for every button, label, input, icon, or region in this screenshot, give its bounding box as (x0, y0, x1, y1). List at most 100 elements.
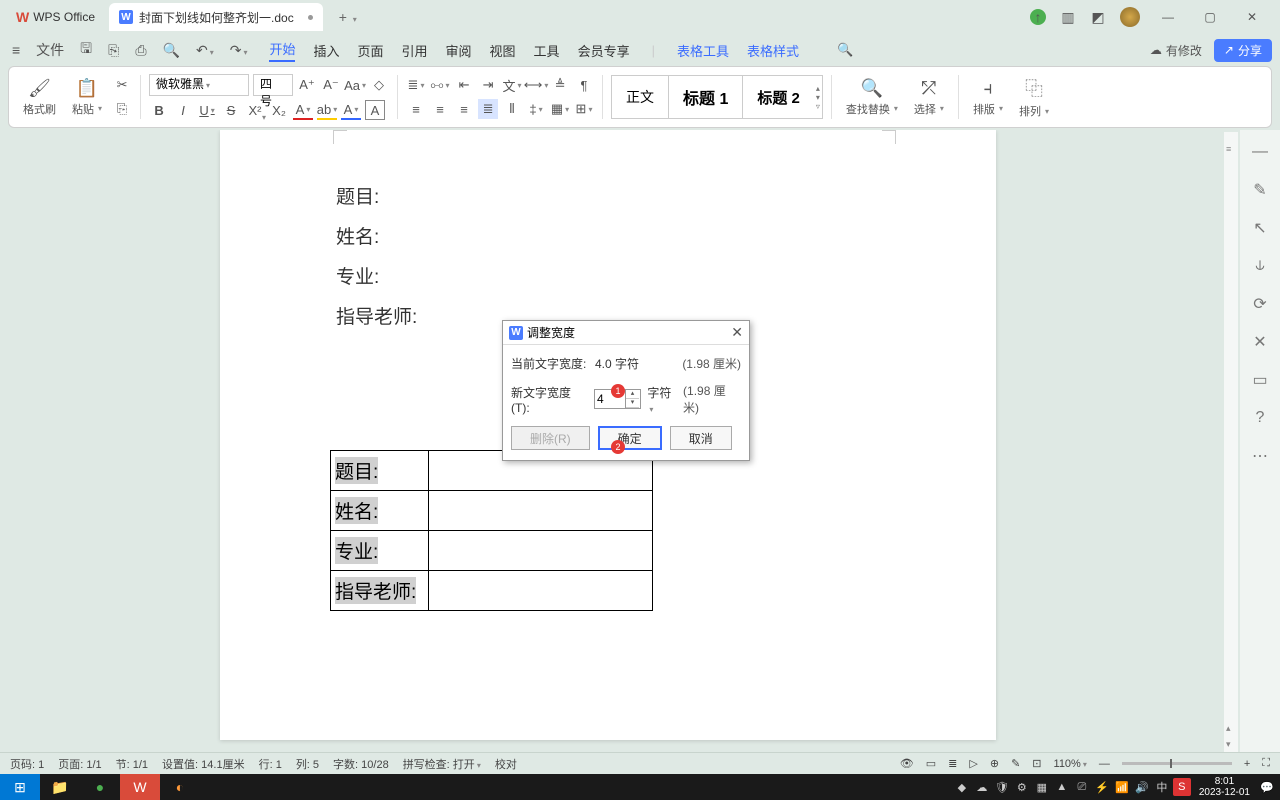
app-logo[interactable]: W WPS Office (6, 9, 105, 25)
tab-reference[interactable]: 引用 (402, 41, 428, 60)
text-line[interactable]: 姓名: (336, 218, 417, 258)
find-replace-button[interactable]: 🔍 查找替换 (840, 78, 904, 117)
wps-taskbar-icon[interactable]: W (120, 774, 160, 800)
show-marks-button[interactable]: ¶ (574, 75, 594, 95)
layout-button[interactable]: ⫞ 排版 (967, 78, 1009, 117)
scroll-up-arrow[interactable]: ▴ (1226, 723, 1231, 734)
tab-table-style[interactable]: 表格样式 (747, 41, 799, 60)
firefox-icon[interactable]: ◐ (160, 774, 200, 800)
help-icon[interactable]: ? (1250, 408, 1270, 428)
char-spacing-button[interactable]: ⟷ (526, 75, 546, 95)
new-tab-button[interactable]: + (333, 9, 363, 25)
decrease-indent-button[interactable]: ⇤ (454, 75, 474, 95)
increase-font-icon[interactable]: A⁺ (297, 75, 317, 95)
style-heading2[interactable]: 标题 2 (743, 76, 814, 118)
cell-text[interactable]: 专业: (335, 537, 378, 564)
strike-button[interactable]: S (221, 100, 241, 120)
tab-view[interactable]: 视图 (490, 41, 516, 60)
volume-icon[interactable]: 🔊 (1133, 778, 1151, 796)
status-chars[interactable]: 字数: 10/28 (333, 756, 389, 772)
wechat-icon[interactable]: ● (80, 774, 120, 800)
view-read-icon[interactable]: ▷ (969, 757, 977, 770)
maximize-button[interactable]: ▢ (1196, 7, 1224, 27)
tab-table-tools[interactable]: 表格工具 (677, 41, 729, 60)
zoom-slider[interactable] (1122, 762, 1232, 765)
tray-icon[interactable]: 🛡 (993, 778, 1011, 796)
file-menu[interactable]: 文件 (32, 40, 68, 60)
cell-text[interactable]: 姓名: (335, 497, 378, 524)
cell-text[interactable]: 题目: (335, 457, 378, 484)
align-left-button[interactable]: ≡ (406, 99, 426, 119)
view-outline-icon[interactable]: ≣ (948, 757, 957, 770)
menu-icon[interactable]: ≡ (8, 42, 24, 58)
highlight-button[interactable]: ab (317, 100, 337, 120)
export-icon[interactable]: ⎘ (104, 42, 123, 59)
char-border-button[interactable]: A (365, 100, 385, 120)
scroll-top-icon[interactable]: ≡ (1226, 144, 1231, 154)
status-spell[interactable]: 拼写检查: 打开 (403, 756, 481, 772)
document-tab[interactable]: W 封面下划线如何整齐划一.doc (109, 3, 323, 31)
tab-insert[interactable]: 插入 (313, 41, 339, 60)
borders-button[interactable]: ⊞ (574, 99, 594, 119)
status-pos[interactable]: 设置值: 14.1厘米 (162, 756, 245, 772)
para-shading-button[interactable]: ▦ (550, 99, 570, 119)
tab-member[interactable]: 会员专享 (578, 41, 630, 60)
status-section[interactable]: 节: 1/1 (116, 756, 148, 772)
explorer-icon[interactable]: 📁 (40, 774, 80, 800)
spin-down[interactable]: ▾ (626, 399, 639, 408)
italic-button[interactable]: I (173, 100, 193, 120)
document-table[interactable]: 题目: 姓名: 专业: 指导老师: (330, 450, 653, 611)
style-gallery[interactable]: 正文 标题 1 标题 2 ▴▾▿ (611, 75, 823, 119)
tools-icon[interactable]: ✕ (1250, 332, 1270, 352)
view-page-icon[interactable]: ▭ (926, 757, 936, 770)
undo-button[interactable]: ↶ (192, 42, 218, 59)
fullscreen-icon[interactable]: ⛶ (1262, 757, 1270, 770)
bullets-button[interactable]: ≣ (406, 75, 426, 95)
select-button[interactable]: ⤱ 选择 (908, 78, 950, 117)
font-color-button[interactable]: A (293, 100, 313, 120)
tab-start[interactable]: 开始 (269, 39, 295, 62)
has-change-indicator[interactable]: ☁ 有修改 (1150, 42, 1202, 59)
ok-button[interactable]: 确定 (598, 426, 662, 450)
increase-indent-button[interactable]: ⇥ (478, 75, 498, 95)
justify-button[interactable]: ≣ (478, 99, 498, 119)
style-scroll[interactable]: ▴▾▿ (814, 84, 822, 111)
refresh-icon[interactable]: ⟳ (1250, 294, 1270, 314)
font-name-select[interactable]: 微软雅黑 (149, 74, 249, 96)
underline-button[interactable]: U (197, 100, 217, 120)
cut-icon[interactable]: ✂ (112, 75, 132, 95)
system-clock[interactable]: 8:01 2023-12-01 (1193, 776, 1256, 798)
settings-icon[interactable]: ⫝ (1250, 256, 1270, 276)
paste-button[interactable]: 📋 粘贴 (66, 78, 108, 117)
tray-icon[interactable]: ⎚ (1073, 778, 1091, 796)
zoom-value[interactable]: 110% (1054, 758, 1087, 770)
dialog-titlebar[interactable]: W 调整宽度 ✕ (503, 321, 749, 345)
zoom-out-button[interactable]: — (1099, 758, 1110, 770)
style-normal[interactable]: 正文 (612, 76, 669, 118)
tab-review[interactable]: 审阅 (446, 41, 472, 60)
share-button[interactable]: ↗ 分享 (1214, 39, 1272, 62)
chevron-down-icon[interactable] (351, 9, 357, 25)
tab-page[interactable]: 页面 (357, 41, 383, 60)
vertical-scrollbar[interactable]: ≡ ▴ ▾ (1224, 132, 1238, 762)
cell-text[interactable]: 指导老师: (335, 577, 416, 604)
ime-indicator[interactable]: 中 (1153, 778, 1171, 796)
status-col[interactable]: 列: 5 (296, 756, 319, 772)
pencil-icon[interactable]: ✎ (1250, 180, 1270, 200)
more-icon[interactable]: ⋯ (1250, 446, 1270, 466)
preview-icon[interactable]: 🔍 (159, 42, 184, 59)
minimize-button[interactable]: — (1154, 7, 1182, 27)
shading-button[interactable]: A (341, 100, 361, 120)
document-text[interactable]: 题目: 姓名: 专业: 指导老师: (336, 178, 417, 338)
collapse-icon[interactable]: — (1250, 142, 1270, 162)
print-icon[interactable]: ⎙ (131, 42, 150, 59)
tray-icon[interactable]: ⚡ (1093, 778, 1111, 796)
status-row[interactable]: 行: 1 (259, 756, 282, 772)
copy-icon[interactable]: ⎘ (112, 99, 132, 119)
align-right-button[interactable]: ≡ (454, 99, 474, 119)
tray-icon[interactable]: ☁ (973, 778, 991, 796)
decrease-font-icon[interactable]: A⁻ (321, 75, 341, 95)
view-web-icon[interactable]: ⊕ (990, 757, 999, 770)
eye-icon[interactable]: 👁 (900, 757, 914, 770)
search-icon[interactable]: 🔍 (837, 42, 853, 58)
